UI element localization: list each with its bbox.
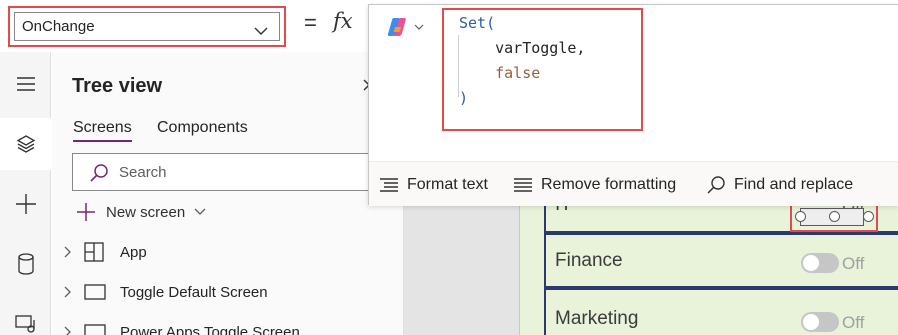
chevron-down-icon	[254, 27, 268, 35]
search-icon	[90, 164, 108, 182]
tree-item-power-apps-toggle-screen[interactable]: Power Apps Toggle Screen	[52, 314, 404, 335]
tree-view-title: Tree view	[72, 75, 163, 97]
row-label: Finance	[555, 250, 623, 271]
tree-view-button[interactable]	[0, 118, 51, 170]
remove-formatting-icon	[514, 177, 532, 192]
editor-toolbar: Format text Remove formatting Find and r…	[369, 161, 898, 206]
copilot-button[interactable]	[385, 15, 425, 39]
chevron-right-icon[interactable]	[52, 326, 84, 335]
tab-components[interactable]: Components	[157, 119, 248, 137]
app-grid-icon	[84, 242, 110, 262]
resize-handle[interactable]	[863, 211, 874, 222]
chevron-down-icon	[414, 24, 424, 30]
row-label: Marketing	[555, 308, 639, 329]
format-text-button[interactable]: Format text	[379, 162, 488, 207]
toggle-knob	[803, 314, 819, 330]
remove-formatting-label: Remove formatting	[541, 175, 677, 193]
screen-icon	[84, 324, 110, 335]
property-dropdown-value: OnChange	[22, 18, 95, 35]
media-button[interactable]	[0, 298, 51, 335]
property-dropdown-highlight: OnChange	[8, 6, 286, 47]
search-icon	[707, 175, 725, 194]
find-replace-button[interactable]: Find and replace	[706, 162, 853, 207]
fx-icon[interactable]: fx	[333, 9, 353, 33]
gallery-row-marketing[interactable]: Marketing Off	[544, 288, 898, 335]
format-text-icon	[380, 177, 398, 192]
plus-icon	[15, 194, 36, 214]
toggle-knob	[803, 255, 819, 271]
screen-icon	[84, 284, 110, 300]
tree-item-label: App	[120, 243, 147, 261]
gallery-row-finance[interactable]: Finance Off	[544, 233, 898, 288]
copilot-icon	[387, 18, 406, 36]
property-dropdown[interactable]: OnChange	[14, 12, 280, 41]
hamburger-menu-button[interactable]	[0, 58, 51, 110]
resize-handle[interactable]	[829, 211, 840, 222]
chevron-right-icon[interactable]	[52, 246, 84, 258]
tree-view-panel: Tree view Screens Components Search New …	[52, 52, 432, 335]
equals-sign: =	[304, 10, 317, 35]
formula-code[interactable]: Set( varToggle, false )	[459, 11, 585, 111]
new-screen-button[interactable]: New screen	[76, 202, 207, 222]
tree-item-label: Toggle Default Screen	[120, 283, 268, 301]
data-button[interactable]	[0, 238, 51, 290]
toggle-switch[interactable]	[801, 253, 839, 273]
tab-screens[interactable]: Screens	[73, 119, 132, 142]
search-placeholder: Search	[119, 164, 167, 181]
code-function: Set(	[459, 14, 496, 32]
resize-handle[interactable]	[795, 211, 806, 222]
formula-editor: Set( varToggle, false ) Format text Remo…	[368, 4, 898, 206]
tree-item-label: Power Apps Toggle Screen	[120, 323, 300, 335]
left-rail	[0, 52, 51, 335]
tree-item-app[interactable]: App	[52, 234, 404, 270]
remove-formatting-button[interactable]: Remove formatting	[513, 162, 676, 207]
code-arg-variable: varToggle,	[495, 39, 586, 57]
database-icon	[17, 253, 34, 275]
tree-item-toggle-default-screen[interactable]: Toggle Default Screen	[52, 274, 404, 310]
code-arg-value: false	[495, 64, 541, 82]
code-close-paren: )	[459, 89, 469, 107]
layers-icon	[16, 135, 35, 153]
plus-icon	[77, 203, 95, 221]
format-text-label: Format text	[407, 175, 488, 193]
new-screen-label: New screen	[106, 203, 186, 221]
chevron-right-icon[interactable]	[52, 286, 84, 298]
toggle-switch[interactable]	[801, 312, 839, 332]
toggle-text: Off	[842, 254, 865, 273]
toggle-text: Off	[842, 313, 865, 332]
chevron-down-icon	[194, 208, 206, 215]
hamburger-icon	[16, 77, 35, 91]
insert-button[interactable]	[0, 178, 51, 230]
find-replace-label: Find and replace	[734, 175, 854, 193]
media-icon	[14, 315, 35, 333]
